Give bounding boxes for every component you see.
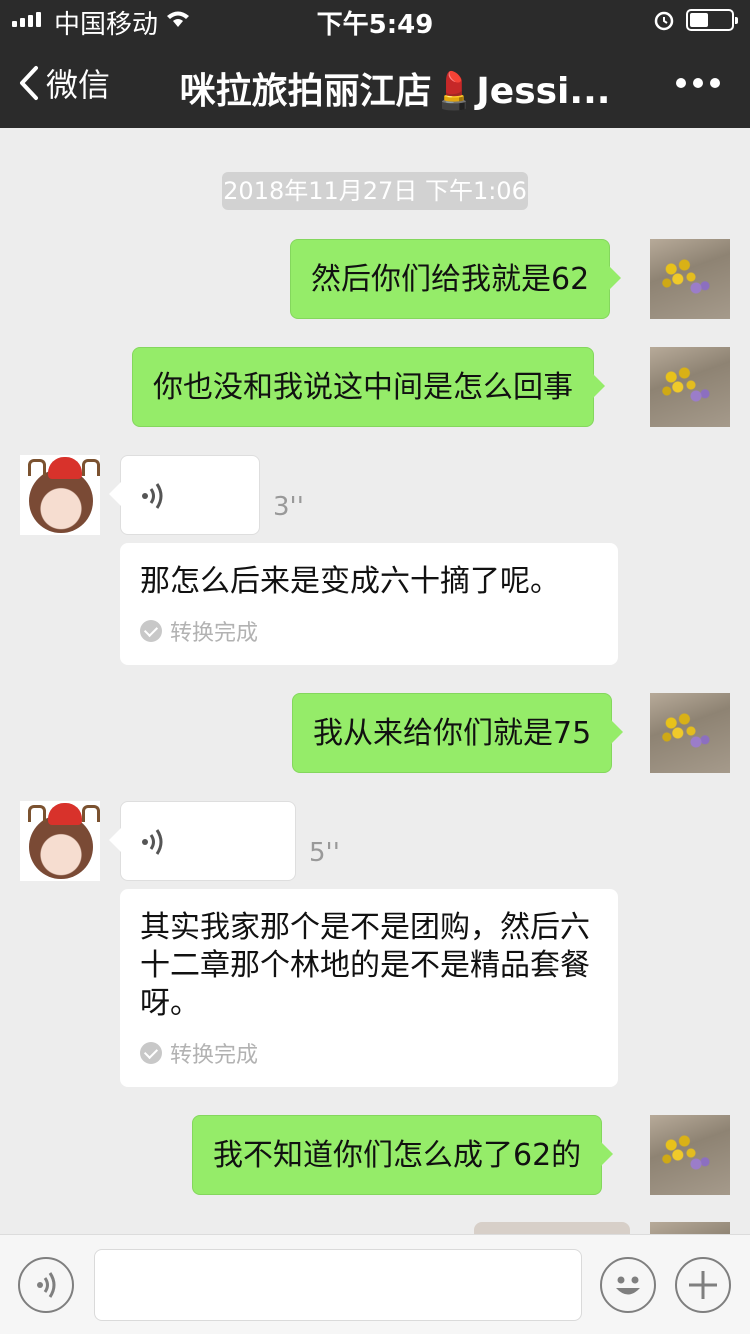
back-button[interactable]: 微信: [18, 60, 110, 106]
check-icon: [140, 1042, 162, 1064]
input-bar: [0, 1234, 750, 1334]
transcript-status-label: 转换完成: [170, 1043, 259, 1068]
my-avatar[interactable]: [650, 1222, 730, 1234]
chevron-left-icon: [20, 66, 38, 100]
outgoing-image-message[interactable]: [474, 1222, 630, 1234]
contact-avatar[interactable]: [20, 801, 100, 881]
transcript-status: 转换完成: [140, 615, 258, 647]
emoji-button[interactable]: [600, 1257, 656, 1313]
my-avatar[interactable]: [650, 239, 730, 319]
voice-wave-icon: [37, 1272, 56, 1298]
my-avatar[interactable]: [650, 1115, 730, 1195]
more-functions-button[interactable]: [675, 1257, 731, 1313]
chat-header: 微信 咪拉旅拍丽江店💄Jessi...: [0, 40, 750, 128]
chat-title: 咪拉旅拍丽江店💄Jessi...: [179, 71, 611, 112]
alarm-icon: [652, 8, 676, 39]
status-bar: 中国移动 下午5:49: [0, 0, 750, 40]
voice-input-button[interactable]: [18, 1257, 74, 1313]
more-options-icon[interactable]: [676, 78, 720, 88]
transcript-text: 那怎么后来是变成六十摘了呢。: [140, 564, 560, 599]
message-list[interactable]: 2018年11月27日 下午1:06 然后你们给我就是62 你也没和我说这中间是…: [0, 128, 750, 1234]
outgoing-message[interactable]: 你也没和我说这中间是怎么回事: [132, 347, 605, 427]
back-label: 微信: [46, 66, 111, 104]
my-avatar[interactable]: [650, 347, 730, 427]
status-time: 下午5:49: [316, 10, 434, 40]
voice-wave-icon: [142, 829, 163, 855]
voice-message[interactable]: [109, 455, 260, 535]
voice-transcript[interactable]: 其实我家那个是不是团购，然后六十二章那个林地的是不是精品套餐呀。 转换完成: [120, 889, 618, 1087]
voice-message[interactable]: [109, 801, 296, 881]
message-input[interactable]: [94, 1249, 582, 1321]
transcript-text: 其实我家那个是不是团购，然后六十二章那个林地的是不是精品套餐呀。: [140, 910, 590, 1021]
voice-wave-icon: [142, 483, 163, 509]
plus-icon: [689, 1271, 717, 1299]
message-timestamp: 2018年11月27日 下午1:06: [222, 172, 528, 210]
check-icon: [140, 620, 162, 642]
transcript-status: 转换完成: [140, 1037, 258, 1069]
outgoing-message[interactable]: 我不知道你们怎么成了62的: [192, 1115, 614, 1195]
smiley-icon: [616, 1276, 640, 1295]
transcript-status-label: 转换完成: [170, 621, 259, 646]
voice-duration: 5'': [309, 838, 340, 868]
voice-duration: 3'': [273, 492, 304, 522]
my-avatar[interactable]: [650, 693, 730, 773]
outgoing-message[interactable]: 然后你们给我就是62: [290, 239, 622, 319]
outgoing-message[interactable]: 我从来给你们就是75: [292, 693, 624, 773]
battery-icon: [686, 9, 738, 31]
contact-avatar[interactable]: [20, 455, 100, 535]
voice-transcript[interactable]: 那怎么后来是变成六十摘了呢。 转换完成: [120, 543, 618, 665]
